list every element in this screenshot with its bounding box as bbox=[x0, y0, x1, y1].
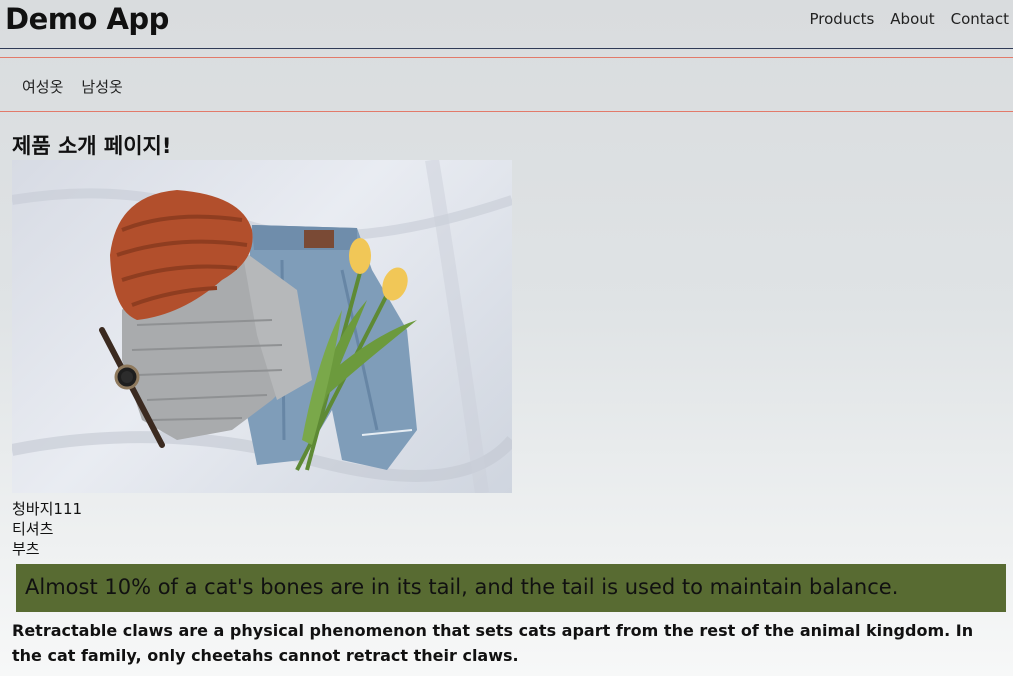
info-banner: Almost 10% of a cat's bones are in its t… bbox=[16, 564, 1006, 612]
main-nav: Products About Contact bbox=[810, 10, 1010, 28]
nav-contact-link[interactable]: Contact bbox=[951, 10, 1009, 28]
category-bar: 여성옷 남성옷 bbox=[0, 57, 1013, 112]
product-item-boots[interactable]: 부츠 bbox=[12, 539, 82, 559]
brand-logo[interactable]: Demo App bbox=[5, 2, 169, 36]
product-item-jeans[interactable]: 청바지111 bbox=[12, 499, 82, 519]
category-mens[interactable]: 남성옷 bbox=[81, 76, 122, 97]
product-image bbox=[12, 160, 512, 493]
product-list: 청바지111 티셔츠 부츠 bbox=[12, 499, 82, 559]
nav-products-link[interactable]: Products bbox=[810, 10, 875, 28]
category-list: 여성옷 남성옷 bbox=[22, 76, 123, 97]
top-navbar: Demo App Products About Contact bbox=[0, 0, 1013, 49]
nav-about-link[interactable]: About bbox=[890, 10, 934, 28]
category-womens[interactable]: 여성옷 bbox=[22, 76, 63, 97]
product-item-tshirt[interactable]: 티셔츠 bbox=[12, 519, 82, 539]
info-paragraph: Retractable claws are a physical phenome… bbox=[12, 621, 974, 665]
banner-text: Almost 10% of a cat's bones are in its t… bbox=[25, 575, 899, 599]
page-title: 제품 소개 페이지! bbox=[12, 134, 172, 158]
